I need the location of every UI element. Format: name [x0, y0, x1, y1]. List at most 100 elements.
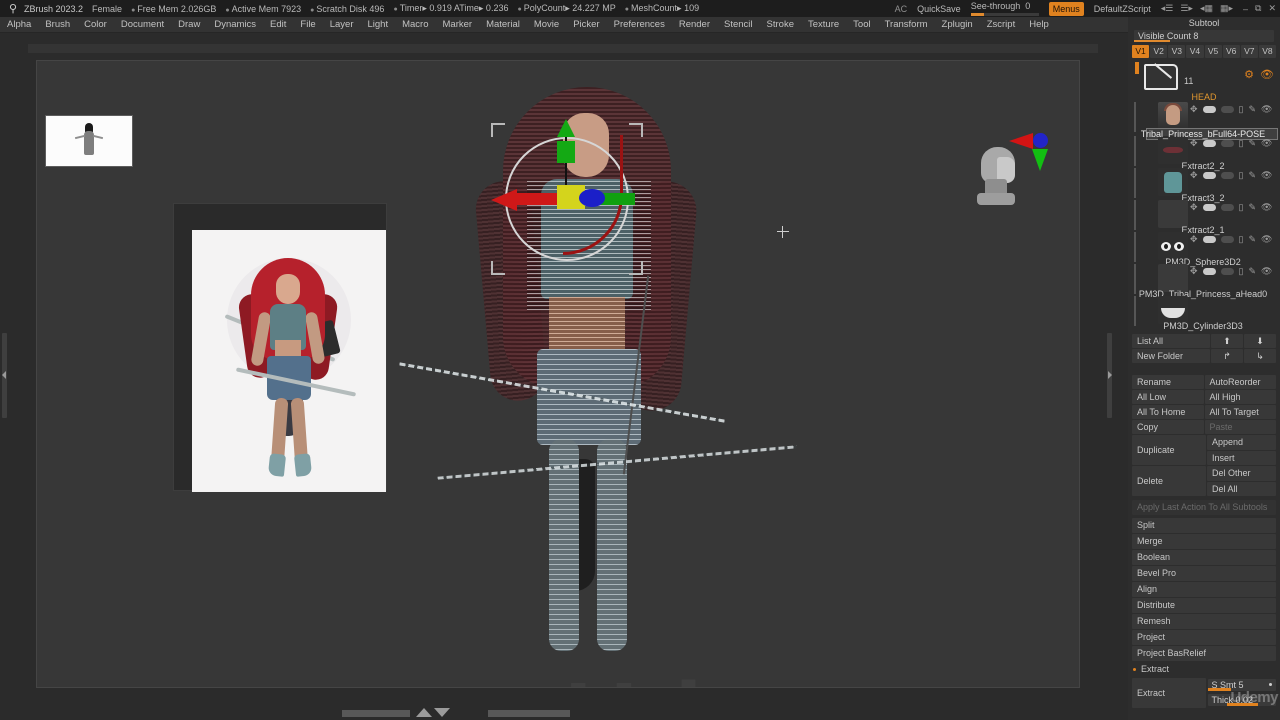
arrow-in-icon[interactable]: ↳: [1244, 349, 1276, 363]
distribute-button[interactable]: Distribute: [1132, 598, 1276, 613]
bevel-pro-button[interactable]: Bevel Pro: [1132, 566, 1276, 581]
menu-document[interactable]: Document: [114, 17, 171, 33]
nav-x-axis-icon[interactable]: [1009, 133, 1033, 149]
visibility-pill-icon[interactable]: [1202, 106, 1216, 113]
menu-brush[interactable]: Brush: [38, 17, 77, 33]
eye-icon[interactable]: 👁: [1261, 170, 1272, 181]
all-to-home-button[interactable]: All To Home: [1132, 405, 1204, 419]
del-other-button[interactable]: Del Other: [1207, 466, 1276, 481]
move-icon[interactable]: ✥: [1190, 170, 1198, 181]
subtool-item-3[interactable]: ✥ ▯ ✎ 👁 Extract2_1: [1128, 200, 1280, 235]
reference-image-panel[interactable]: [173, 203, 387, 492]
mask-icon[interactable]: ▯: [1239, 266, 1244, 277]
arrow-out-icon[interactable]: ↱: [1211, 349, 1243, 363]
navigation-head-gizmo[interactable]: [969, 129, 1061, 215]
mask-icon[interactable]: ▯: [1239, 170, 1244, 181]
gizmo-x-arrow-icon[interactable]: [491, 189, 517, 211]
duplicate-button[interactable]: Duplicate: [1132, 435, 1206, 465]
menu-movie[interactable]: Movie: [527, 17, 566, 33]
version-button-v2[interactable]: V2: [1150, 45, 1168, 58]
bottom-bar-segment-right[interactable]: [488, 710, 570, 717]
merge-button[interactable]: Merge: [1132, 534, 1276, 549]
bottom-bar-segment-left[interactable]: [342, 710, 410, 717]
insert-button[interactable]: Insert: [1207, 450, 1276, 465]
menu-picker[interactable]: Picker: [566, 17, 606, 33]
folder-pencil-icon[interactable]: [1144, 64, 1178, 90]
menu-edit[interactable]: Edit: [263, 17, 293, 33]
menu-preferences[interactable]: Preferences: [607, 17, 672, 33]
version-button-v8[interactable]: V8: [1258, 45, 1276, 58]
polypaint-pill-icon[interactable]: [1220, 172, 1234, 179]
tool-thumbnail-preview[interactable]: [45, 115, 133, 167]
visibility-pill-icon[interactable]: [1202, 140, 1216, 147]
polypaint-pill-icon[interactable]: [1220, 268, 1234, 275]
all-to-target-button[interactable]: All To Target: [1204, 405, 1276, 419]
menus-button[interactable]: Menus: [1048, 1, 1084, 16]
del-all-button[interactable]: Del All: [1207, 481, 1276, 496]
visibility-pill-icon[interactable]: [1202, 204, 1216, 211]
menu-stencil[interactable]: Stencil: [717, 17, 760, 33]
menu-tool[interactable]: Tool: [846, 17, 877, 33]
polypaint-pill-icon[interactable]: [1220, 204, 1234, 211]
extract-button[interactable]: Extract: [1132, 678, 1206, 708]
move-icon[interactable]: ✥: [1190, 266, 1198, 277]
shelf-left-toggle-icon[interactable]: ◂☰: [1161, 3, 1174, 14]
list-all-button[interactable]: List All: [1132, 334, 1210, 348]
menu-render[interactable]: Render: [672, 17, 717, 33]
menu-dynamics[interactable]: Dynamics: [207, 17, 263, 33]
menu-help[interactable]: Help: [1022, 17, 1056, 33]
nav-origin-dot-icon[interactable]: [1033, 133, 1048, 148]
subtool-item-1[interactable]: ✥ ▯ ✎ 👁 Extract2_2: [1128, 136, 1280, 171]
version-button-v5[interactable]: V5: [1204, 45, 1222, 58]
menu-draw[interactable]: Draw: [171, 17, 207, 33]
split-button[interactable]: Split: [1132, 518, 1276, 533]
delete-button[interactable]: Delete: [1132, 466, 1206, 496]
move-icon[interactable]: ✥: [1190, 234, 1198, 245]
all-low-button[interactable]: All Low: [1132, 390, 1204, 404]
all-high-button[interactable]: All High: [1204, 390, 1276, 404]
align-button[interactable]: Align: [1132, 582, 1276, 597]
remesh-button[interactable]: Remesh: [1132, 614, 1276, 629]
menu-layer[interactable]: Layer: [323, 17, 361, 33]
zscript-label[interactable]: DefaultZScript: [1094, 4, 1151, 14]
visibility-pill-icon[interactable]: [1202, 236, 1216, 243]
menu-texture[interactable]: Texture: [801, 17, 846, 33]
menu-zscript[interactable]: Zscript: [980, 17, 1023, 33]
subtool-item-4[interactable]: ✥ ▯ ✎ 👁 PM3D_Sphere3D2: [1128, 232, 1280, 267]
brush-icon[interactable]: ✎: [1249, 202, 1257, 213]
polypaint-pill-icon[interactable]: [1220, 140, 1234, 147]
visibility-pill-icon[interactable]: [1202, 172, 1216, 179]
project-button[interactable]: Project: [1132, 630, 1276, 645]
mask-icon[interactable]: ▯: [1239, 138, 1244, 149]
move-up-icon[interactable]: ⬆: [1211, 334, 1243, 348]
mask-icon[interactable]: ▯: [1239, 234, 1244, 245]
mask-icon[interactable]: ▯: [1239, 202, 1244, 213]
chevron-up-icon[interactable]: [416, 708, 432, 717]
viewport-3d[interactable]: Udemy RRCG 人人素材: [36, 60, 1080, 688]
eye-icon[interactable]: 👁: [1261, 266, 1272, 277]
new-folder-button[interactable]: New Folder: [1132, 349, 1210, 363]
eye-icon[interactable]: 👁: [1261, 234, 1272, 245]
menu-file[interactable]: File: [293, 17, 322, 33]
polypaint-pill-icon[interactable]: [1220, 106, 1234, 113]
version-button-v6[interactable]: V6: [1222, 45, 1240, 58]
folder-row[interactable]: 11 ⚙ 👁 HEAD: [1128, 60, 1280, 102]
menu-alpha[interactable]: Alpha: [0, 17, 38, 33]
subtool-item-2[interactable]: ✥ ▯ ✎ 👁 Extract3_2: [1128, 168, 1280, 203]
close-button[interactable]: ✕: [1268, 3, 1276, 14]
nav-y-axis-icon[interactable]: [1032, 149, 1048, 171]
bottom-scroll-bar[interactable]: [10, 706, 1104, 720]
rename-button[interactable]: Rename: [1132, 375, 1204, 389]
menu-light[interactable]: Light: [360, 17, 395, 33]
version-button-v1[interactable]: V1: [1132, 45, 1150, 58]
mask-icon[interactable]: ▯: [1239, 104, 1244, 115]
gizmo-y-handle[interactable]: [557, 141, 575, 163]
brush-icon[interactable]: ✎: [1249, 266, 1257, 277]
tray-left-icon[interactable]: ◂▦: [1200, 3, 1213, 14]
gizmo-x-handle[interactable]: [515, 193, 563, 205]
menu-color[interactable]: Color: [77, 17, 114, 33]
menu-marker[interactable]: Marker: [436, 17, 480, 33]
right-shelf-handle[interactable]: [1107, 333, 1112, 418]
gizmo-pivot-dot[interactable]: [579, 189, 605, 207]
see-through-slider[interactable]: See-through 0: [970, 1, 1039, 16]
